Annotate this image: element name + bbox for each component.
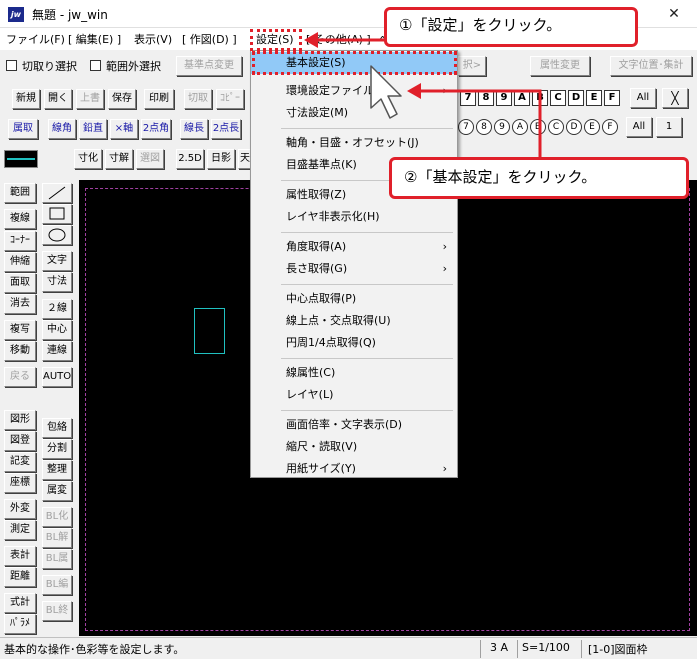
step1-callout: ①「設定」をクリック。	[384, 7, 638, 47]
step2-callout: ②「基本設定」をクリック。	[389, 157, 689, 199]
annotation-arrows	[304, 32, 542, 158]
